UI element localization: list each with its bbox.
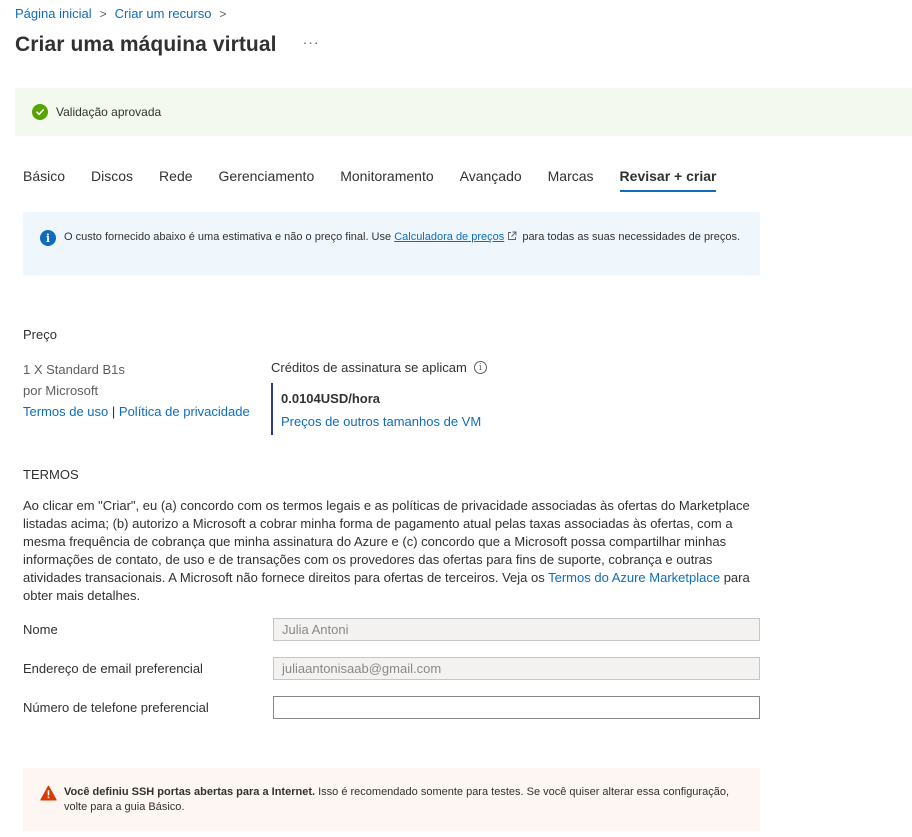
price-credits-panel: Créditos de assinatura se aplicam i 0.01… <box>271 360 487 435</box>
tab-marcas[interactable]: Marcas <box>548 168 594 192</box>
other-vm-sizes-link[interactable]: Preços de outros tamanhos de VM <box>281 414 487 429</box>
pricing-info-banner: i O custo fornecido abaixo é uma estimat… <box>23 212 760 275</box>
phone-input[interactable] <box>273 696 760 719</box>
breadcrumb: Página inicial > Criar um recurso > <box>15 6 234 21</box>
product-publisher: por Microsoft <box>23 383 99 398</box>
breadcrumb-home[interactable]: Página inicial <box>15 6 92 21</box>
info-text-after: para todas as suas necessidades de preço… <box>519 231 741 243</box>
tab-revisar-criar[interactable]: Revisar + criar <box>619 168 716 192</box>
tab-monitoramento[interactable]: Monitoramento <box>340 168 433 192</box>
product-size: 1 X Standard B1s <box>23 362 125 377</box>
info-text-before: O custo fornecido abaixo é uma estimativ… <box>64 231 395 243</box>
title-row: Criar uma máquina virtual ··· <box>15 33 320 57</box>
product-links: Termos de uso | Política de privacidade <box>23 401 250 422</box>
price-value: 0.0104USD/hora <box>281 391 380 406</box>
tab-rede[interactable]: Rede <box>159 168 192 192</box>
info-circle-icon[interactable]: i <box>473 361 487 374</box>
name-label: Nome <box>23 622 58 637</box>
terms-paragraph: Ao clicar em "Criar", eu (a) concordo co… <box>23 497 753 605</box>
credits-label: Créditos de assinatura se aplicam <box>271 360 467 375</box>
email-field-row: Endereço de email preferencial juliaanto… <box>23 657 760 680</box>
price-heading: Preço <box>23 327 57 342</box>
link-separator: | <box>111 404 116 419</box>
privacy-policy-link[interactable]: Política de privacidade <box>119 404 250 419</box>
tab-bar: Básico Discos Rede Gerenciamento Monitor… <box>23 168 742 192</box>
checkmark-circle-icon <box>32 104 48 120</box>
tab-gerenciamento[interactable]: Gerenciamento <box>219 168 315 192</box>
name-field-row: Nome Julia Antoni <box>23 618 760 641</box>
credits-line: Créditos de assinatura se aplicam i <box>271 360 487 375</box>
tab-discos[interactable]: Discos <box>91 168 133 192</box>
pricing-calculator-link[interactable]: Calculadora de preços <box>394 231 504 243</box>
chevron-right-icon: > <box>219 6 227 21</box>
more-options-icon[interactable]: ··· <box>303 34 320 50</box>
azure-marketplace-terms-link[interactable]: Termos do Azure Marketplace <box>548 570 720 585</box>
email-label: Endereço de email preferencial <box>23 661 203 676</box>
chevron-right-icon: > <box>99 6 107 21</box>
price-product-details: 1 X Standard B1s por Microsoft Termos de… <box>23 359 250 422</box>
external-link-icon <box>508 231 517 240</box>
page-title: Criar uma máquina virtual <box>15 33 277 56</box>
name-input[interactable]: Julia Antoni <box>273 618 760 641</box>
validation-text: Validação aprovada <box>56 105 162 119</box>
info-icon: i <box>40 230 56 246</box>
phone-field-row: Número de telefone preferencial <box>23 696 760 719</box>
price-block: 0.0104USD/hora Preços de outros tamanhos… <box>271 383 487 435</box>
warning-bold-text: Você definiu SSH portas abertas para a I… <box>64 786 316 798</box>
terms-of-use-link[interactable]: Termos de uso <box>23 404 108 419</box>
email-input[interactable]: juliaantonisaab@gmail.com <box>273 657 760 680</box>
tab-basico[interactable]: Básico <box>23 168 65 192</box>
warning-icon <box>40 785 57 801</box>
breadcrumb-create-resource[interactable]: Criar um recurso <box>115 6 212 21</box>
tab-avancado[interactable]: Avançado <box>460 168 522 192</box>
terms-heading: TERMOS <box>23 467 79 482</box>
validation-banner: Validação aprovada <box>15 88 912 136</box>
phone-label: Número de telefone preferencial <box>23 700 209 715</box>
ssh-warning-banner: Você definiu SSH portas abertas para a I… <box>23 768 760 831</box>
